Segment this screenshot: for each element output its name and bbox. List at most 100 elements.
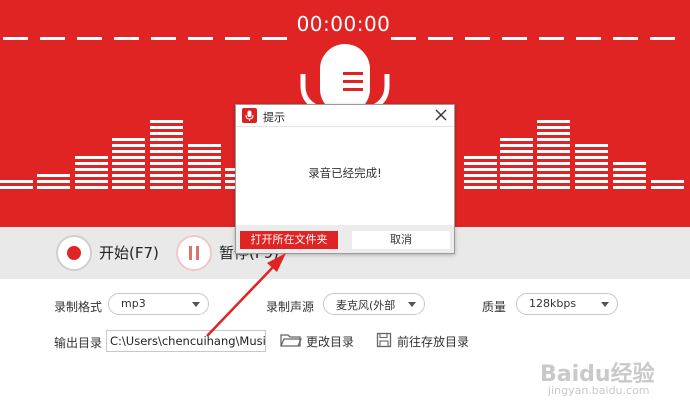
source-value: 麦克风(外部 [336,299,396,312]
level-bar [575,144,608,147]
timeline-dash [391,37,416,40]
timeline-dash [262,37,287,40]
level-bar [0,186,33,189]
dialog-message: 录音已经完成! [308,166,382,180]
level-bar [150,126,183,129]
level-bar [150,138,183,141]
timeline-dash [502,37,527,40]
level-bar [112,162,145,165]
level-bar [500,144,533,147]
level-bar [537,132,570,135]
level-bar [537,186,570,189]
timeline-dash [539,37,564,40]
level-bar [112,156,145,159]
level-bar [37,180,70,183]
level-bar [500,168,533,171]
close-icon[interactable] [432,106,450,124]
app-logo-icon [242,108,257,123]
level-bar [112,180,145,183]
pause-icon-bar [196,246,199,260]
level-bar [575,186,608,189]
level-bar [613,186,646,189]
output-path-field[interactable]: C:\Users\chencuihang\Music [106,330,266,352]
dialog-title: 提示 [263,111,285,124]
timeline-dash [40,37,65,40]
output-path-value: C:\Users\chencuihang\Music [110,334,266,348]
level-bar [537,138,570,141]
level-bar [75,186,108,189]
watermark-url: jingyan.baidu.com [548,384,650,397]
format-label: 录制格式 [54,300,103,314]
format-value: mp3 [121,297,146,310]
timeline-dash [428,37,453,40]
level-bar [537,120,570,123]
level-bar [537,174,570,177]
level-bar [575,162,608,165]
level-bar [0,180,33,183]
level-bar [188,174,221,177]
level-bar [537,162,570,165]
level-bar [188,180,221,183]
level-bar [75,174,108,177]
level-bar [464,156,497,159]
level-bar [112,138,145,141]
level-bar [464,180,497,183]
level-bar [500,150,533,153]
level-bar [150,174,183,177]
level-bar [613,174,646,177]
level-bar [575,150,608,153]
open-dir-button[interactable]: 前往存放目录 [376,331,472,351]
level-bar [112,174,145,177]
level-bar [500,162,533,165]
level-bar [112,186,145,189]
level-bar [188,144,221,147]
level-bar [464,162,497,165]
format-select[interactable]: mp3 [108,293,209,315]
quality-select[interactable]: 128kbps [516,293,618,315]
start-button[interactable] [56,235,92,271]
chevron-down-icon [601,302,609,307]
recording-timer: 00:00:00 [296,12,391,36]
level-bar [464,186,497,189]
start-label[interactable]: 开始(F7) [99,242,159,263]
level-bar [537,126,570,129]
open-folder-button[interactable]: 打开所在文件夹 [240,231,338,249]
level-bar [613,162,646,165]
level-bar [112,144,145,147]
source-label: 录制声源 [266,300,315,314]
level-bar [150,168,183,171]
level-bar [150,144,183,147]
timeline-dash [114,37,139,40]
level-bar [537,150,570,153]
level-bar [575,156,608,159]
cancel-button[interactable]: 取消 [352,231,450,249]
source-select[interactable]: 麦克风(外部 [323,293,425,315]
level-bar [150,162,183,165]
notice-dialog: 提示 录音已经完成! 打开所在文件夹 取消 [235,104,455,254]
timeline-dash [613,37,638,40]
level-bar [613,168,646,171]
quality-label: 质量 [482,300,507,314]
level-bar [188,156,221,159]
timeline-dash [151,37,176,40]
level-bar [150,186,183,189]
level-bar [537,144,570,147]
level-bar [537,180,570,183]
level-bar [500,180,533,183]
level-bar [500,174,533,177]
level-bar [112,150,145,153]
level-bar [150,120,183,123]
level-bar [188,150,221,153]
change-dir-button[interactable]: 更改目录 [280,331,356,351]
level-bar [37,174,70,177]
level-bar [537,168,570,171]
level-bar [500,138,533,141]
save-icon [376,332,392,348]
level-bar [500,156,533,159]
level-bar [188,162,221,165]
level-bar [651,186,684,189]
level-bar [188,168,221,171]
level-bar [188,186,221,189]
level-bar [75,156,108,159]
pause-button[interactable] [176,235,212,271]
